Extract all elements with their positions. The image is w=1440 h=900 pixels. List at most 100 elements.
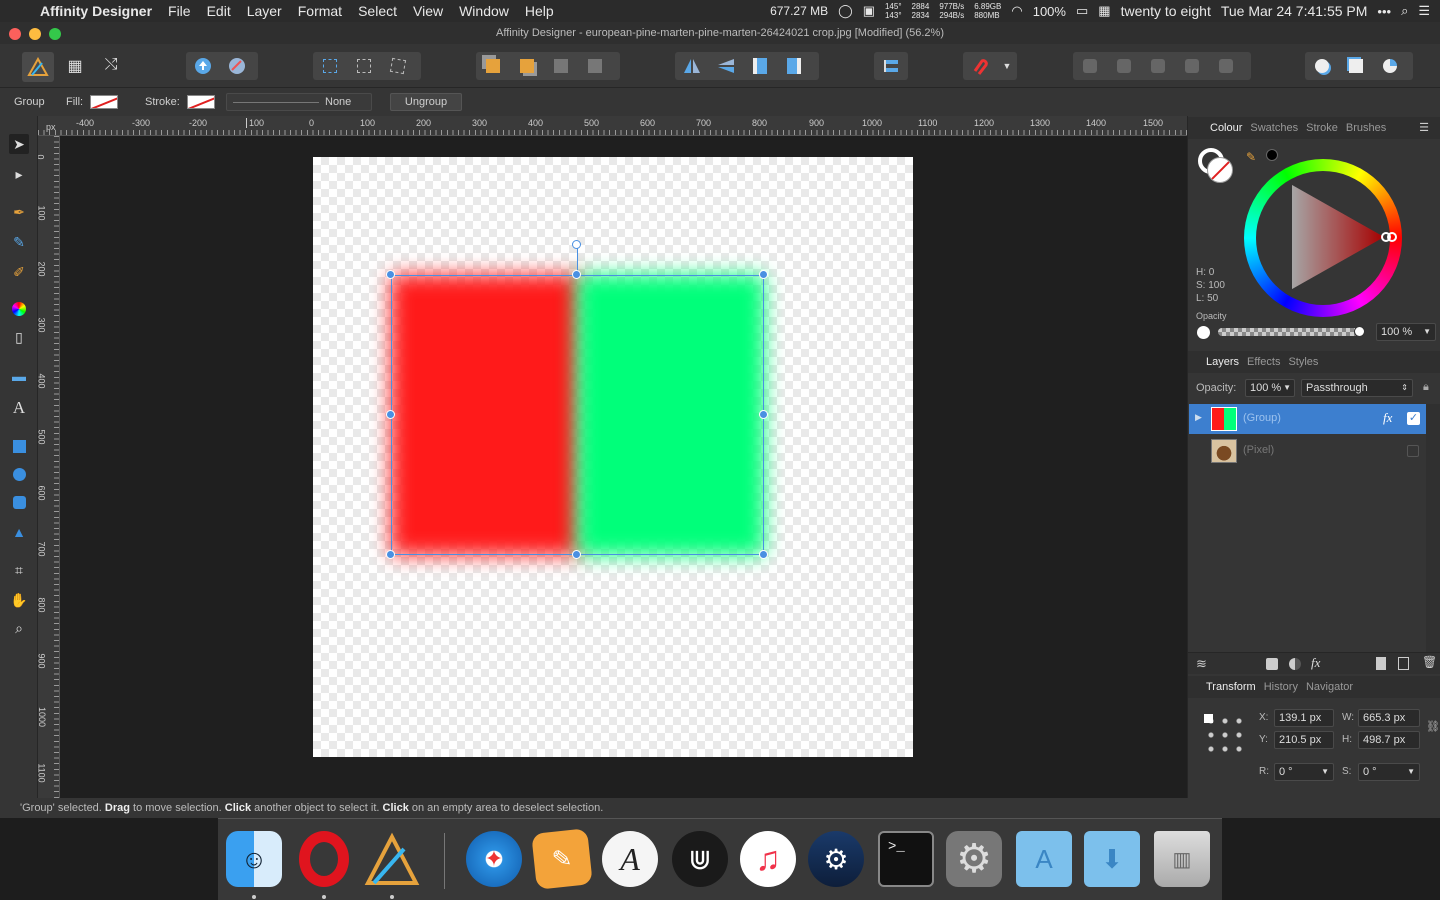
hand-tool-icon[interactable]: ✋ — [9, 590, 29, 610]
aspect-lock-icon[interactable]: ⛓︎ — [1426, 720, 1440, 733]
y-field[interactable]: 210.5 px — [1274, 731, 1334, 749]
terminal-icon[interactable]: >_ — [878, 831, 934, 887]
node-tool-icon[interactable]: ▸ — [9, 164, 29, 184]
memory-readout[interactable]: 677.27 MB — [770, 4, 828, 18]
clock-words[interactable]: twenty to eight — [1121, 3, 1211, 19]
resize-handle-top[interactable] — [572, 270, 581, 279]
subtract-boolean-button[interactable] — [1107, 52, 1141, 80]
opacity-slider[interactable] — [1218, 326, 1365, 337]
layer-fx-icon[interactable]: fx — [1311, 655, 1320, 671]
sensor-icon[interactable]: ▣ — [863, 3, 875, 19]
move-to-back-button[interactable] — [476, 52, 510, 80]
opacity-slider-thumb[interactable] — [1354, 326, 1365, 337]
resize-handle-top-left[interactable] — [386, 270, 395, 279]
layers-stack-icon[interactable]: ≋ — [1196, 656, 1207, 672]
network-readout[interactable]: 977B/s 294B/s — [939, 2, 964, 20]
applications-folder-icon[interactable]: A — [1016, 831, 1072, 887]
layer-row-pixel[interactable]: (Pixel) — [1189, 436, 1426, 466]
battery-percent[interactable]: 100% — [1033, 4, 1066, 19]
visibility-checkbox-checked[interactable]: ✓ — [1407, 412, 1420, 425]
minimize-window-button[interactable] — [29, 28, 41, 40]
blend-mode-select[interactable]: Passthrough ⇕ — [1301, 379, 1413, 397]
layers-scrollbar[interactable] — [1426, 404, 1440, 654]
resize-handle-left[interactable] — [386, 410, 395, 419]
transparency-tool-icon[interactable]: ▯ — [9, 327, 29, 347]
tab-transform[interactable]: Transform — [1206, 681, 1256, 693]
rotate-left-button[interactable] — [743, 52, 777, 80]
fill-stroke-selector[interactable] — [1198, 148, 1236, 186]
tab-styles[interactable]: Styles — [1288, 356, 1318, 368]
tab-brushes[interactable]: Brushes — [1346, 122, 1386, 134]
fill-swatch[interactable] — [90, 95, 118, 109]
add-boolean-button[interactable] — [1073, 52, 1107, 80]
rotate-right-button[interactable] — [777, 52, 811, 80]
menu-help[interactable]: Help — [517, 3, 562, 19]
battery-icon[interactable]: ▭ — [1076, 3, 1088, 19]
tab-layers[interactable]: Layers — [1206, 356, 1239, 368]
fx-icon[interactable]: fx — [1383, 410, 1392, 426]
stroke-swatch[interactable] — [187, 95, 215, 109]
selection-box[interactable] — [391, 275, 764, 555]
ungroup-button[interactable]: Ungroup — [390, 93, 462, 111]
opera-icon[interactable] — [296, 831, 352, 887]
h-field[interactable]: 498.7 px — [1358, 731, 1420, 749]
snapping-magnet-button[interactable] — [963, 52, 997, 80]
move-back-button[interactable] — [510, 52, 544, 80]
ulysses-icon[interactable]: ⋓ — [672, 831, 728, 887]
trash-layer-icon[interactable]: 🗑︎ — [1422, 655, 1437, 669]
ellipse-tool-icon[interactable] — [9, 464, 29, 484]
resize-handle-bottom[interactable] — [572, 550, 581, 559]
layer-opacity-field[interactable]: 100 % ▼ — [1245, 379, 1295, 397]
tab-colour[interactable]: Colour — [1210, 122, 1242, 134]
move-to-front-button[interactable] — [578, 52, 612, 80]
pencil-tool-icon[interactable]: ✎ — [9, 232, 29, 252]
xor-boolean-button[interactable] — [1175, 52, 1209, 80]
mask-icon[interactable] — [1266, 658, 1278, 670]
circle-icon[interactable]: ◯ — [838, 3, 853, 19]
zoom-window-button[interactable] — [49, 28, 61, 40]
layer-row-group[interactable]: ▶ (Group) fx ✓ — [1189, 404, 1426, 434]
tab-stroke[interactable]: Stroke — [1306, 122, 1338, 134]
menu-window[interactable]: Window — [451, 3, 517, 19]
tab-effects[interactable]: Effects — [1247, 356, 1280, 368]
rotation-field[interactable]: 0 ° ▼ — [1274, 763, 1334, 781]
fill-tool-icon[interactable] — [9, 299, 29, 319]
colour-triangle[interactable] — [1244, 159, 1402, 317]
rectangle-tool-icon[interactable] — [9, 436, 29, 456]
stroke-style-control[interactable]: None — [226, 93, 372, 111]
insert-top-button[interactable] — [1373, 52, 1407, 80]
menu-format[interactable]: Format — [290, 3, 350, 19]
crop-tool-icon[interactable]: ⌗ — [9, 560, 29, 580]
brush-tool-icon[interactable]: ✐ — [9, 262, 29, 282]
add-pixel-layer-icon[interactable] — [1398, 657, 1409, 670]
resize-handle-bottom-left[interactable] — [386, 550, 395, 559]
select-geometry-button[interactable] — [347, 52, 381, 80]
tab-navigator[interactable]: Navigator — [1306, 681, 1353, 693]
snapping-button[interactable] — [220, 52, 254, 80]
select-bounds-button[interactable] — [313, 52, 347, 80]
fill-well-icon[interactable] — [1207, 157, 1233, 183]
menu-file[interactable]: File — [160, 3, 199, 19]
resize-handle-right[interactable] — [759, 410, 768, 419]
close-window-button[interactable] — [9, 28, 21, 40]
notification-center-icon[interactable]: ☰ — [1418, 3, 1430, 19]
safari-icon[interactable]: ✦ — [466, 831, 522, 887]
intersect-boolean-button[interactable] — [1141, 52, 1175, 80]
expand-icon[interactable]: ▶ — [1195, 412, 1202, 423]
tab-swatches[interactable]: Swatches — [1250, 122, 1298, 134]
insert-inside-button[interactable] — [1305, 52, 1339, 80]
clock[interactable]: Tue Mar 24 7:41:55 PM — [1221, 3, 1368, 19]
rounded-rectangle-tool-icon[interactable] — [9, 492, 29, 512]
steam-icon[interactable]: ⚙ — [808, 831, 864, 887]
resize-handle-bottom-right[interactable] — [759, 550, 768, 559]
trash-icon[interactable]: ▥ — [1154, 831, 1210, 887]
visibility-checkbox[interactable] — [1407, 445, 1419, 457]
wifi-icon[interactable]: ◠ — [1011, 3, 1022, 19]
disk-readout[interactable]: 6.89GB 880MB — [974, 2, 1001, 20]
designer-persona-button[interactable] — [22, 52, 54, 82]
flip-vertical-button[interactable] — [709, 52, 743, 80]
pen-tool-icon[interactable]: ✒ — [9, 202, 29, 222]
resize-handle-top-right[interactable] — [759, 270, 768, 279]
align-button[interactable] — [874, 52, 908, 80]
triangle-tool-icon[interactable]: ▲ — [9, 522, 29, 542]
